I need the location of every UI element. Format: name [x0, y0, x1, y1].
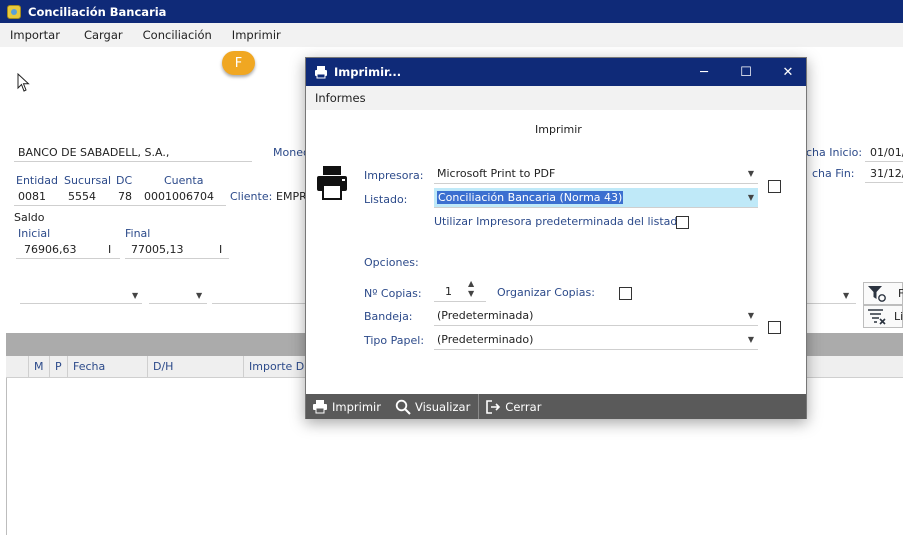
- search-icon: [395, 399, 411, 415]
- impresora-checkbox[interactable]: [768, 180, 781, 193]
- menu-cargar[interactable]: Cargar: [74, 28, 133, 42]
- filter-1-caret-icon[interactable]: ▼: [132, 291, 138, 300]
- entidad-value[interactable]: 0081: [18, 190, 46, 203]
- saldo-label: Saldo: [14, 211, 45, 224]
- copias-stepper[interactable]: 1 ▲ ▼: [434, 279, 486, 302]
- col-m[interactable]: M: [28, 356, 49, 378]
- large-printer-icon: [317, 166, 347, 200]
- print-dialog-title: Imprimir...: [334, 65, 402, 79]
- printer-icon: [313, 399, 327, 413]
- tipo-papel-value: (Predeterminado): [437, 333, 534, 346]
- col-importe-d[interactable]: Importe D: [243, 356, 305, 378]
- filter-refresh-icon: [868, 286, 886, 302]
- chevron-down-icon: ▼: [747, 311, 754, 320]
- imprimir-button[interactable]: Imprimir: [306, 394, 389, 419]
- tipo-papel-label: Tipo Papel:: [364, 334, 425, 347]
- imprimir-button-label: Imprimir: [332, 399, 381, 414]
- print-dialog-menu: Informes: [306, 86, 806, 110]
- bank-name: BANCO DE SABADELL, S.A.,: [18, 146, 170, 159]
- app-titlebar: Conciliación Bancaria: [0, 0, 903, 23]
- saldo-final-suffix: I: [219, 243, 223, 256]
- print-dialog-titlebar: Imprimir... ─ ☐ ✕: [306, 58, 806, 86]
- saldo-inicial-value[interactable]: 76906,63: [24, 243, 77, 256]
- default-printer-label: Utilizar Impresora predeterminada del li…: [434, 215, 688, 228]
- copias-label: Nº Copias:: [364, 287, 422, 300]
- stepper-arrows-icon[interactable]: ▲ ▼: [468, 279, 474, 299]
- app-title: Conciliación Bancaria: [28, 4, 167, 19]
- saldo-final-value[interactable]: 77005,13: [131, 243, 184, 256]
- print-dialog-body: Imprimir Impresora: Microsoft Print to P…: [306, 110, 806, 394]
- impresora-select[interactable]: Microsoft Print to PDF ▼: [434, 164, 758, 184]
- dc-label: DC: [116, 174, 133, 187]
- clear-filter-button[interactable]: Li: [863, 305, 903, 328]
- filter-clear-icon: [868, 309, 886, 325]
- bandeja-value: (Predeterminada): [437, 309, 534, 322]
- cuenta-label: Cuenta: [164, 174, 204, 187]
- cuenta-value[interactable]: 0001006704: [144, 190, 214, 203]
- fecha-inicio-value[interactable]: 01/01/: [870, 146, 903, 159]
- menu-informes[interactable]: Informes: [315, 91, 366, 105]
- menu-conciliacion[interactable]: Conciliación: [133, 28, 222, 42]
- impresora-label: Impresora:: [364, 169, 424, 182]
- visualizar-button[interactable]: Visualizar: [389, 394, 478, 419]
- saldo-inicial-label: Inicial: [18, 227, 51, 240]
- col-dh[interactable]: D/H: [147, 356, 243, 378]
- menu-imprimir[interactable]: Imprimir: [222, 28, 291, 42]
- opciones-label: Opciones:: [364, 256, 419, 269]
- cliente-label: Cliente:: [230, 190, 273, 203]
- fecha-fin-value[interactable]: 31/12/: [870, 167, 903, 180]
- app-icon: [7, 4, 21, 19]
- menu-bar: Importar Cargar Conciliación Imprimir: [0, 23, 903, 47]
- impresora-value: Microsoft Print to PDF: [437, 167, 556, 180]
- print-dialog-footer: Imprimir Visualizar Cerrar: [306, 394, 806, 419]
- bandeja-select[interactable]: (Predeterminada) ▼: [434, 306, 758, 326]
- default-printer-checkbox[interactable]: [676, 216, 689, 229]
- chevron-down-icon: ▼: [747, 335, 754, 344]
- mouse-cursor-icon: [17, 73, 30, 92]
- minimize-icon[interactable]: ─: [684, 58, 724, 86]
- exit-icon: [486, 399, 501, 414]
- col-p[interactable]: P: [49, 356, 67, 378]
- saldo-final-label: Final: [125, 227, 151, 240]
- listado-select[interactable]: Conciliación Bancaria (Norma 43) ▼: [434, 188, 758, 208]
- cerrar-button-label: Cerrar: [505, 399, 542, 414]
- sucursal-label: Sucursal: [64, 174, 112, 187]
- apply-filter-label: F: [898, 287, 903, 300]
- listado-label: Listado:: [364, 193, 408, 206]
- chevron-down-icon: ▼: [747, 169, 754, 178]
- saldo-inicial-suffix: I: [108, 243, 112, 256]
- filter-2-caret-icon[interactable]: ▼: [196, 291, 202, 300]
- clear-filter-label: Li: [894, 310, 903, 323]
- copias-value: 1: [445, 285, 452, 298]
- keytip-badge: F: [222, 51, 255, 75]
- visualizar-button-label: Visualizar: [414, 399, 471, 414]
- maximize-icon[interactable]: ☐: [726, 58, 766, 86]
- apply-filter-button[interactable]: F: [863, 282, 903, 305]
- listado-value: Conciliación Bancaria (Norma 43): [437, 191, 624, 204]
- bandeja-checkbox[interactable]: [768, 321, 781, 334]
- sucursal-value[interactable]: 5554: [68, 190, 96, 203]
- print-dialog: Imprimir... ─ ☐ ✕ Informes Imprimir Impr…: [305, 57, 807, 419]
- cerrar-button[interactable]: Cerrar: [479, 394, 549, 419]
- fecha-fin-label: cha Fin:: [812, 167, 855, 180]
- close-icon[interactable]: ✕: [768, 58, 808, 86]
- menu-importar[interactable]: Importar: [0, 28, 70, 42]
- filter-3-caret-icon[interactable]: ▼: [843, 291, 849, 300]
- organizar-copias-checkbox[interactable]: [619, 287, 632, 300]
- bandeja-label: Bandeja:: [364, 310, 413, 323]
- col-fecha[interactable]: Fecha: [67, 356, 147, 378]
- print-section-title: Imprimir: [535, 123, 582, 136]
- organizar-copias-label: Organizar Copias:: [497, 286, 595, 299]
- cliente-value[interactable]: EMPR: [276, 190, 307, 203]
- dc-value[interactable]: 78: [118, 190, 132, 203]
- printer-icon: [315, 66, 327, 79]
- entidad-label: Entidad: [16, 174, 58, 187]
- tipo-papel-select[interactable]: (Predeterminado) ▼: [434, 330, 758, 350]
- chevron-down-icon: ▼: [747, 193, 754, 202]
- fecha-inicio-label: cha Inicio:: [806, 146, 863, 159]
